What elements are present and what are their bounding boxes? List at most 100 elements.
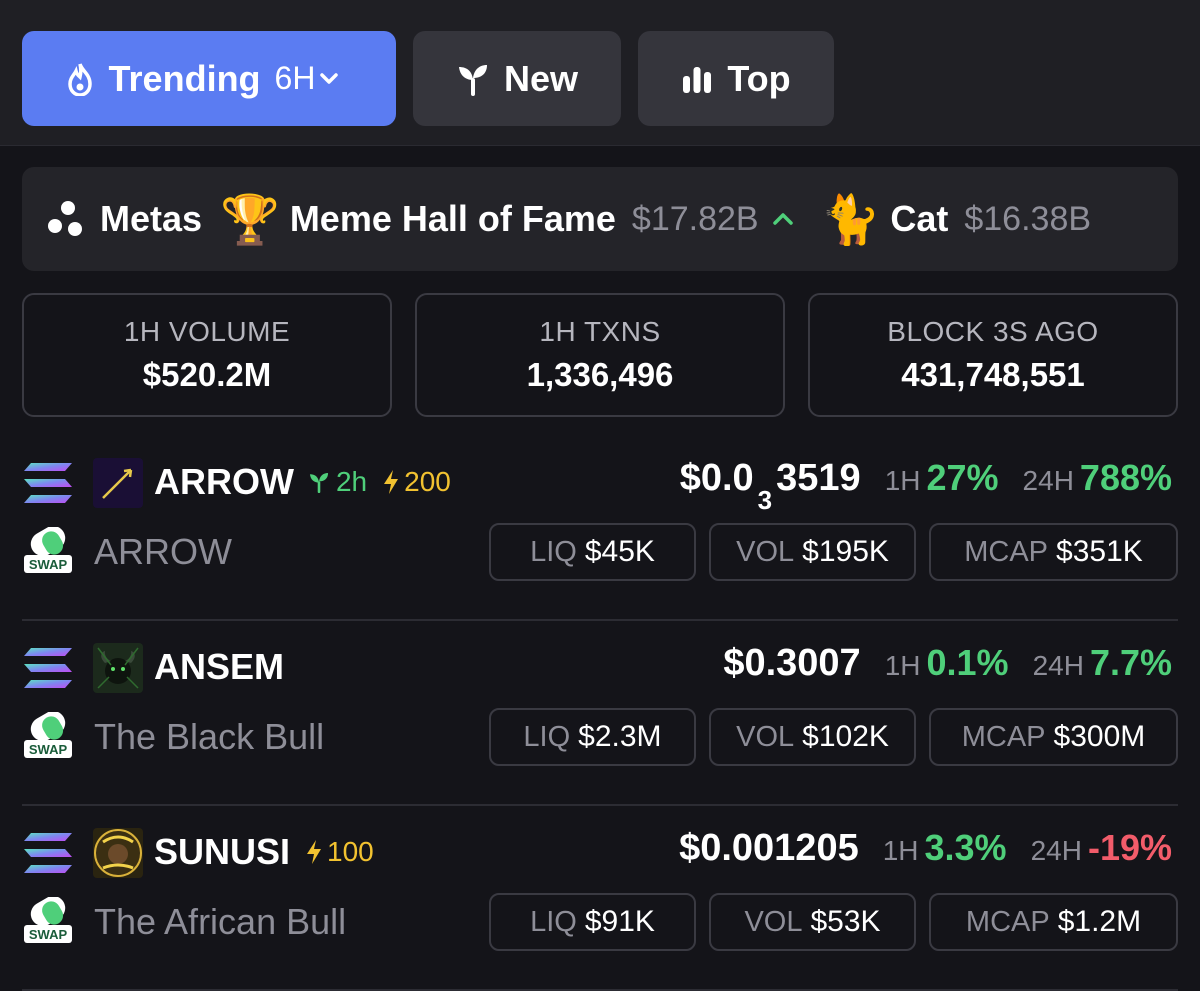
token-symbol: ARROW (154, 461, 294, 502)
swap-label: SWAP (29, 927, 68, 942)
token-symbol: SUNUSI (154, 831, 291, 872)
stat-value: 431,748,551 (901, 356, 1085, 393)
token-age: 2h (308, 466, 367, 498)
liq-chip: LIQ $45K (489, 523, 696, 581)
stat-label: BLOCK 3S AGO (887, 316, 1099, 347)
swap-dex-icon: SWAP (24, 712, 72, 758)
mcap-label: MCAP (961, 720, 1046, 753)
h24-change: 788% (1079, 457, 1172, 498)
h24-label: 24H (1032, 650, 1084, 681)
h1-change: 27% (926, 457, 999, 498)
mcap-value: $351K (1056, 535, 1143, 568)
mcap-label: MCAP (964, 535, 1049, 568)
metas-icon (48, 201, 82, 236)
token-symbol-line: ARROW 2h 200 (154, 461, 451, 503)
vol-label: VOL (736, 720, 795, 753)
token-name: The African Bull (94, 901, 347, 942)
chevron-up-icon (772, 213, 793, 225)
token-price: $0.033519 (679, 457, 861, 515)
liq-chip: LIQ $2.3M (489, 708, 696, 766)
token-boost-value: 200 (404, 466, 451, 497)
stat-label: 1H VOLUME (123, 316, 291, 347)
swap-dex-icon: SWAP (24, 897, 72, 943)
price-digits: 3519 (776, 457, 861, 499)
vol-value: $195K (802, 535, 889, 568)
token-avatar (93, 828, 143, 878)
token-row[interactable]: ANSEM SWAP The Black Bull $0.3007 1H 0.1… (0, 620, 1200, 806)
stat-value: 1,336,496 (526, 356, 674, 393)
liq-label: LIQ (530, 905, 577, 938)
stat-txns: 1H TXNS 1,336,496 (415, 293, 785, 417)
tab-trending[interactable]: Trending 6H (22, 31, 396, 126)
swap-label: SWAP (29, 742, 68, 757)
meta-item[interactable]: 🐈 Cat $16.38B (821, 191, 1091, 248)
token-avatar (93, 458, 143, 508)
swap-label: SWAP (29, 557, 68, 572)
h1-label: 1H (884, 465, 921, 496)
metas-label: Metas (100, 198, 203, 239)
h24-change: -19% (1087, 827, 1172, 868)
solana-icon (24, 833, 72, 873)
lightning-icon (384, 470, 399, 494)
token-avatar (93, 643, 143, 693)
price-zero-count: 3 (757, 484, 773, 515)
h1-label: 1H (884, 650, 921, 681)
sprout-icon (458, 64, 487, 96)
liq-value: $2.3M (578, 720, 662, 753)
vol-chip: VOL $102K (709, 708, 916, 766)
swap-dex-icon: SWAP (24, 527, 72, 573)
mcap-label: MCAP (965, 905, 1050, 938)
chevron-down-icon[interactable] (319, 72, 339, 86)
token-age-value: 2h (335, 466, 368, 497)
stat-value: $520.2M (142, 356, 272, 393)
token-name: ARROW (94, 531, 232, 572)
price-line: $0.001205 1H 3.3% 24H -19% (679, 827, 1172, 870)
vol-value: $102K (802, 720, 889, 753)
tab-top-label: Top (727, 57, 791, 99)
mcap-value: $1.2M (1057, 905, 1142, 938)
mcap-chip: MCAP $1.2M (929, 893, 1178, 951)
meta-name: Meme Hall of Fame (289, 198, 616, 239)
token-boost-value: 100 (327, 836, 374, 867)
tab-new-label: New (503, 57, 579, 99)
timeframe-label[interactable]: 6H (275, 60, 316, 97)
meta-item[interactable]: 🏆 Meme Hall of Fame $17.82B (220, 191, 795, 248)
liq-value: $45K (584, 535, 655, 568)
meta-value: $16.38B (964, 199, 1092, 238)
tab-new[interactable]: New (413, 31, 621, 126)
token-price: $0.3007 (723, 642, 861, 684)
h24-label: 24H (1030, 835, 1082, 866)
token-row[interactable]: ARROW 2h 200 SWAP ARROW $0.033519 1H 27%… (0, 435, 1200, 621)
flame-icon (67, 62, 92, 96)
stat-label: 1H TXNS (539, 316, 661, 347)
cat-icon: 🐈 (820, 193, 881, 247)
vol-value: $53K (810, 905, 881, 938)
solana-icon (24, 648, 72, 688)
stat-block: BLOCK 3S AGO 431,748,551 (808, 293, 1178, 417)
token-row[interactable]: SUNUSI 100 SWAP The African Bull $0.0012… (0, 805, 1200, 991)
token-symbol-line: SUNUSI 100 (154, 831, 374, 873)
stat-volume: 1H VOLUME $520.2M (22, 293, 392, 417)
token-boost: 200 (381, 466, 451, 498)
h24-label: 24H (1022, 465, 1074, 496)
h1-change: 3.3% (924, 827, 1007, 868)
liq-label: LIQ (523, 720, 571, 753)
mcap-chip: MCAP $300M (929, 708, 1178, 766)
vol-chip: VOL $53K (709, 893, 916, 951)
meta-value: $17.82B (631, 199, 759, 238)
liq-value: $91K (584, 905, 655, 938)
metas-ticker[interactable]: Metas 🏆 Meme Hall of Fame $17.82B 🐈 Cat … (22, 167, 1178, 271)
price-prefix: $0.0 (679, 457, 754, 499)
token-name: The Black Bull (94, 716, 325, 757)
meta-name: Cat (890, 198, 949, 239)
trophy-icon: 🏆 (220, 193, 280, 247)
bar-chart-icon (683, 66, 712, 93)
liq-chip: LIQ $91K (489, 893, 696, 951)
tab-trending-label: Trending (108, 57, 261, 99)
top-tab-bar: Trending 6H New Top (0, 0, 1200, 146)
solana-icon (24, 463, 72, 503)
token-symbol: ANSEM (154, 646, 285, 687)
mcap-value: $300M (1053, 720, 1146, 753)
tab-top[interactable]: Top (638, 31, 834, 126)
vol-chip: VOL $195K (709, 523, 916, 581)
